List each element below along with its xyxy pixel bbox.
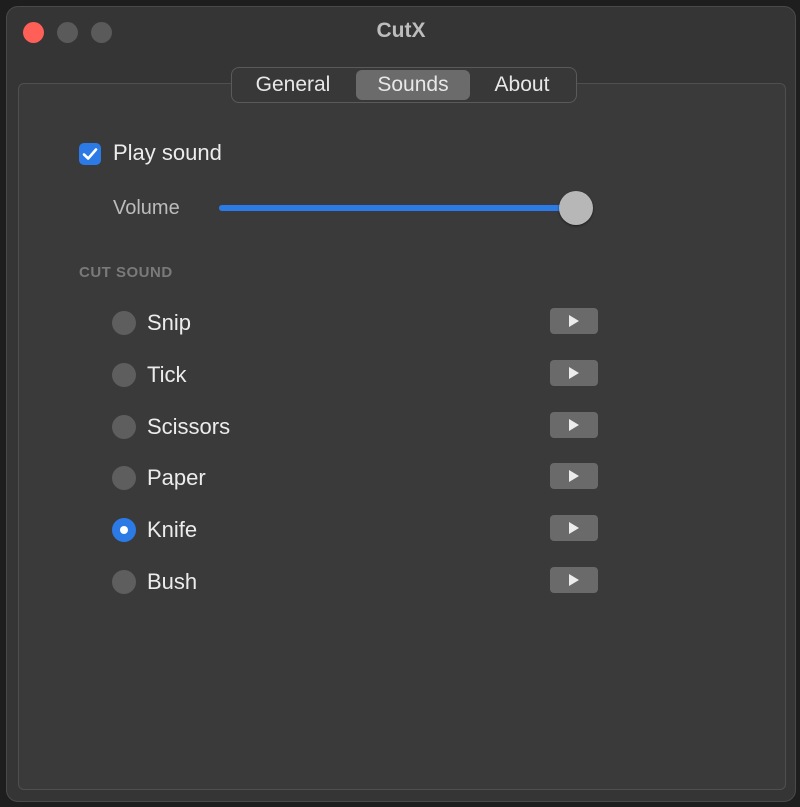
sound-radio-button[interactable] [112,466,136,490]
tab-sounds[interactable]: Sounds [356,70,470,100]
volume-label: Volume [113,197,180,219]
window-title: CutX [376,19,426,42]
play-icon [569,522,579,534]
sound-radio-button[interactable] [112,311,136,335]
play-icon [569,470,579,482]
title-bar[interactable]: CutX [7,7,795,57]
cut-sound-header: CUT SOUND [79,264,173,281]
preferences-window: CutX General Sounds About Play sound Vol… [6,6,796,802]
tab-general[interactable]: General [236,70,350,100]
play-sound-label[interactable]: Play sound [113,140,222,166]
sound-option-label[interactable]: Tick [147,362,187,388]
volume-slider[interactable] [219,191,593,225]
preview-sound-button[interactable] [550,360,598,386]
sound-option-snip[interactable]: Snip [107,303,607,343]
tab-about[interactable]: About [472,70,572,100]
sound-option-knife[interactable]: Knife [107,510,607,550]
play-sound-checkbox[interactable] [79,143,101,165]
sound-radio-button[interactable] [112,570,136,594]
volume-slider-thumb[interactable] [559,191,593,225]
preview-sound-button[interactable] [550,463,598,489]
sound-radio-button[interactable] [112,415,136,439]
play-icon [569,419,579,431]
sound-option-label[interactable]: Snip [147,310,191,336]
preview-sound-button[interactable] [550,567,598,593]
sound-option-label[interactable]: Scissors [147,414,230,440]
preview-sound-button[interactable] [550,308,598,334]
play-icon [569,367,579,379]
sound-radio-button[interactable] [112,363,136,387]
preview-sound-button[interactable] [550,412,598,438]
sound-option-paper[interactable]: Paper [107,458,607,498]
sound-option-tick[interactable]: Tick [107,355,607,395]
sound-option-bush[interactable]: Bush [107,562,607,602]
sound-option-label[interactable]: Bush [147,569,197,595]
volume-slider-fill [219,205,576,211]
sound-option-label[interactable]: Knife [147,517,197,543]
tab-bar: General Sounds About [231,67,577,103]
checkmark-icon [82,148,98,160]
preview-sound-button[interactable] [550,515,598,541]
sound-option-label[interactable]: Paper [147,465,206,491]
play-icon [569,574,579,586]
volume-slider-track[interactable] [219,205,593,211]
sound-option-scissors[interactable]: Scissors [107,407,607,447]
sound-radio-button[interactable] [112,518,136,542]
play-icon [569,315,579,327]
